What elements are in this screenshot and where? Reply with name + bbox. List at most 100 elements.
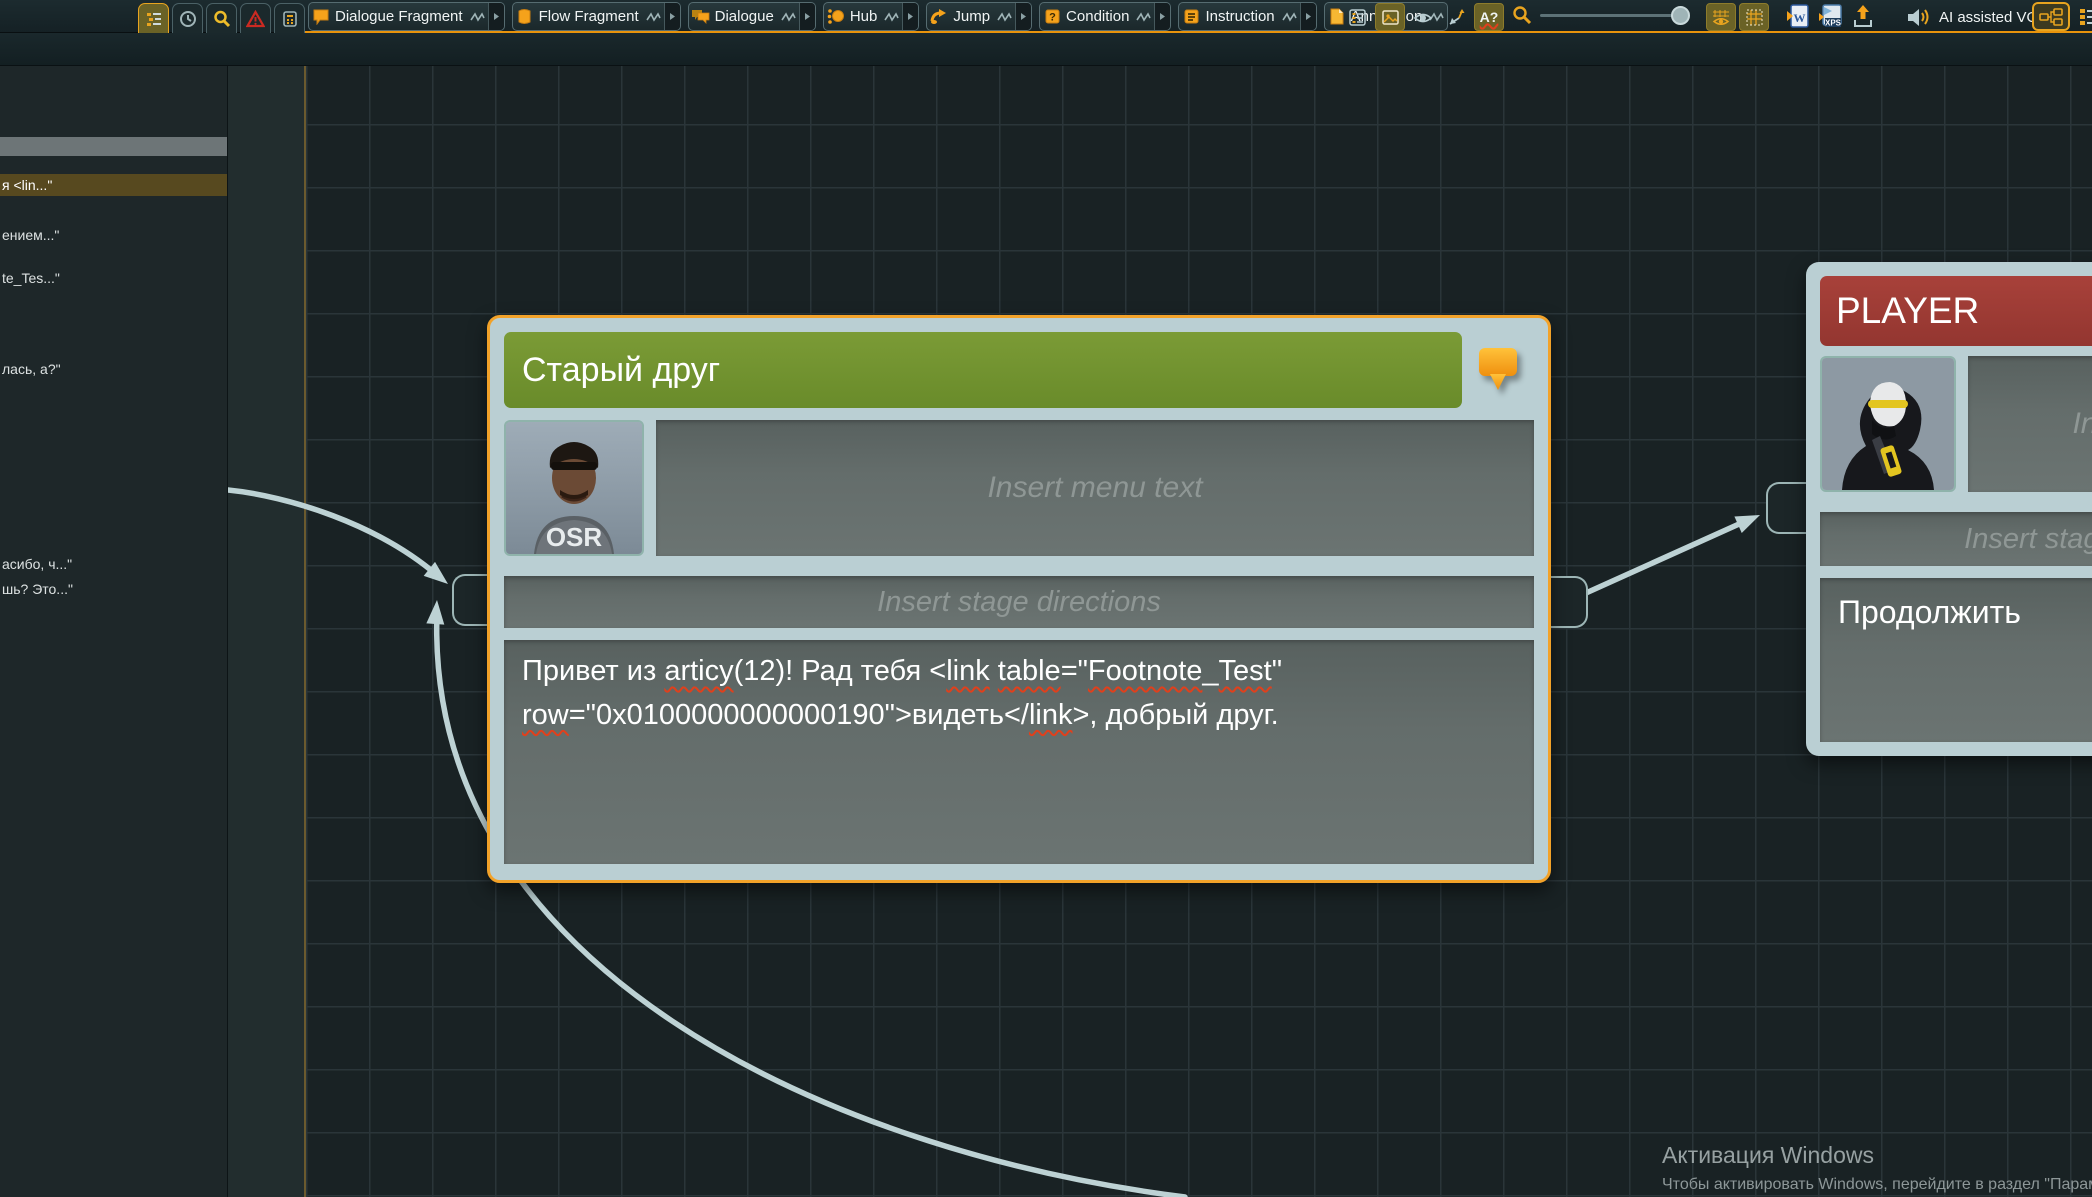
portrait-shirt-text: OSR (546, 522, 603, 552)
misspelled-word: link (1029, 699, 1073, 731)
application-window: Dialogue Fragment Flow Fragment (0, 0, 2092, 1197)
sidebar-tab-strip (138, 3, 305, 33)
search-result-item[interactable]: te_Tes..." (0, 267, 228, 289)
dialogue-text: Привет из articy(12)! Рад тебя <link tab… (504, 640, 1534, 747)
speaker-portrait[interactable] (1820, 356, 1956, 492)
image-icon (1381, 8, 1400, 27)
view-toggle-group: A? (1342, 3, 1504, 31)
text-run: Привет из (522, 655, 664, 687)
create-dialogue-fragment-button[interactable]: Dialogue Fragment (308, 2, 505, 31)
hub-icon (824, 8, 848, 25)
jump-flyout-arrow[interactable] (1015, 3, 1031, 30)
create-instruction-button[interactable]: Instruction (1178, 2, 1316, 31)
dialogue-flyout-arrow[interactable] (799, 3, 815, 30)
tab-calculator[interactable] (274, 3, 305, 33)
dialogue-node-input-pin[interactable] (452, 574, 492, 626)
pointer-path-icon (1447, 8, 1466, 27)
jump-icon (927, 8, 951, 25)
properties-panel-toggle[interactable] (1342, 3, 1372, 31)
node-title: PLAYER (1820, 276, 2092, 346)
spellcheck-icon: A? (1480, 9, 1499, 25)
hub-flyout-arrow[interactable] (902, 3, 918, 30)
connection-incoming-left[interactable] (228, 490, 454, 591)
menu-text-field[interactable]: Insert menu text (1968, 356, 2092, 492)
warning-icon (246, 10, 265, 28)
tab-issues[interactable] (240, 3, 271, 33)
dialogue-icon (689, 8, 713, 25)
misspelled-word: Footnote (1088, 655, 1202, 687)
zoom-slider-knob[interactable] (1671, 6, 1690, 25)
windows-activation-watermark-detail: Чтобы активировать Windows, перейдите в … (1662, 1176, 2092, 1194)
preview-visibility-toggle[interactable] (1408, 3, 1438, 31)
show-grid-toggle[interactable] (1706, 3, 1736, 31)
flow-fragment-flyout-arrow[interactable] (664, 3, 680, 30)
menu-text-field[interactable]: Insert menu text (656, 420, 1534, 556)
grid-icon (1745, 8, 1764, 27)
sidebar-scrollbar[interactable] (0, 137, 228, 156)
list-view-button[interactable] (2075, 2, 2092, 31)
stage-directions-field[interactable]: Insert stage directions (1820, 512, 2092, 566)
misspelled-word: link (946, 655, 990, 687)
stage-directions-field[interactable]: Insert stage directions (504, 576, 1534, 628)
player-node-input-pin[interactable] (1766, 482, 1806, 534)
flow-view-button[interactable] (2032, 2, 2070, 31)
condition-flyout-arrow[interactable] (1154, 3, 1170, 30)
node-creation-buttons: Dialogue Fragment Flow Fragment (308, 2, 1448, 31)
connection-zigzag-icon (884, 11, 899, 23)
snap-grid-toggle[interactable] (1739, 3, 1769, 31)
player-node[interactable]: PLAYER Insert menu text Insert stage dir (1806, 262, 2092, 756)
dialogue-fragment-flyout-arrow[interactable] (488, 3, 504, 30)
eye-grid-icon (1711, 8, 1731, 27)
create-condition-button[interactable]: ? Condition (1039, 2, 1171, 31)
tab-search-results[interactable] (138, 3, 169, 33)
node-title: Старый друг (504, 332, 1462, 408)
speaker-portrait[interactable]: OSR (504, 420, 644, 556)
search-result-item[interactable]: шь? Это..." (0, 578, 228, 600)
zoom-slider[interactable] (1540, 14, 1688, 17)
flow-canvas[interactable]: Старый друг (228, 66, 2092, 1197)
tab-search[interactable] (206, 3, 237, 33)
create-flow-fragment-button[interactable]: Flow Fragment (512, 2, 681, 31)
xps-label: XPS (1825, 19, 1842, 28)
windows-activation-watermark: Активация Windows (1662, 1142, 1874, 1169)
svg-text:W: W (1794, 11, 1806, 25)
export-word-button[interactable]: W (1786, 3, 1810, 34)
create-jump-button[interactable]: Jump (926, 2, 1032, 31)
flowchart-icon (2039, 8, 2063, 26)
connection-to-player[interactable] (1566, 507, 1764, 602)
preview-image-toggle[interactable] (1375, 3, 1405, 31)
export-group: W XPS (1786, 3, 1874, 34)
connection-zigzag-icon (997, 11, 1012, 23)
player-text: Продолжить (1820, 578, 2092, 646)
text-run: =" (1061, 655, 1088, 687)
spellcheck-toggle[interactable]: A? (1474, 3, 1504, 31)
export-upload-button[interactable] (1852, 3, 1874, 34)
clock-icon (179, 10, 197, 28)
connection-pointer-toggle[interactable] (1441, 3, 1471, 31)
tab-history[interactable] (172, 3, 203, 33)
text-run: ="0x0100000000000190">видеть</ (569, 699, 1029, 731)
search-results-panel: я <lin..." ением..." te_Tes..." лась, а?… (0, 66, 228, 1197)
export-xps-button[interactable]: XPS (1818, 3, 1844, 34)
instruction-icon (1179, 8, 1203, 25)
dialogue-text-field[interactable]: Продолжить (1820, 578, 2092, 742)
condition-icon: ? (1040, 8, 1064, 25)
ai-assisted-vo-button[interactable]: AI assisted VO (1896, 3, 2048, 31)
flow-fragment-icon (513, 8, 537, 25)
dialogue-text-field[interactable]: Привет из articy(12)! Рад тебя <link tab… (504, 640, 1534, 864)
instruction-flyout-arrow[interactable] (1300, 3, 1316, 30)
search-result-item[interactable]: асибо, ч..." (0, 553, 228, 575)
grid-toggle-group (1706, 3, 1769, 31)
text-run: (12)! Рад тебя < (734, 655, 947, 687)
search-result-item[interactable]: ением..." (0, 224, 228, 246)
zoom-magnifier-icon (1512, 5, 1532, 25)
search-result-item[interactable]: лась, а?" (0, 358, 228, 380)
dialogue-fragment-node[interactable]: Старый друг (487, 315, 1551, 883)
upload-icon (1852, 3, 1874, 29)
create-dialogue-button[interactable]: Dialogue (688, 2, 816, 31)
misspelled-word: table (998, 655, 1061, 687)
search-result-item[interactable]: я <lin..." (0, 174, 228, 196)
create-hub-button[interactable]: Hub (823, 2, 920, 31)
dialogue-node-output-pin[interactable] (1548, 576, 1588, 628)
svg-text:?: ? (1049, 12, 1056, 24)
